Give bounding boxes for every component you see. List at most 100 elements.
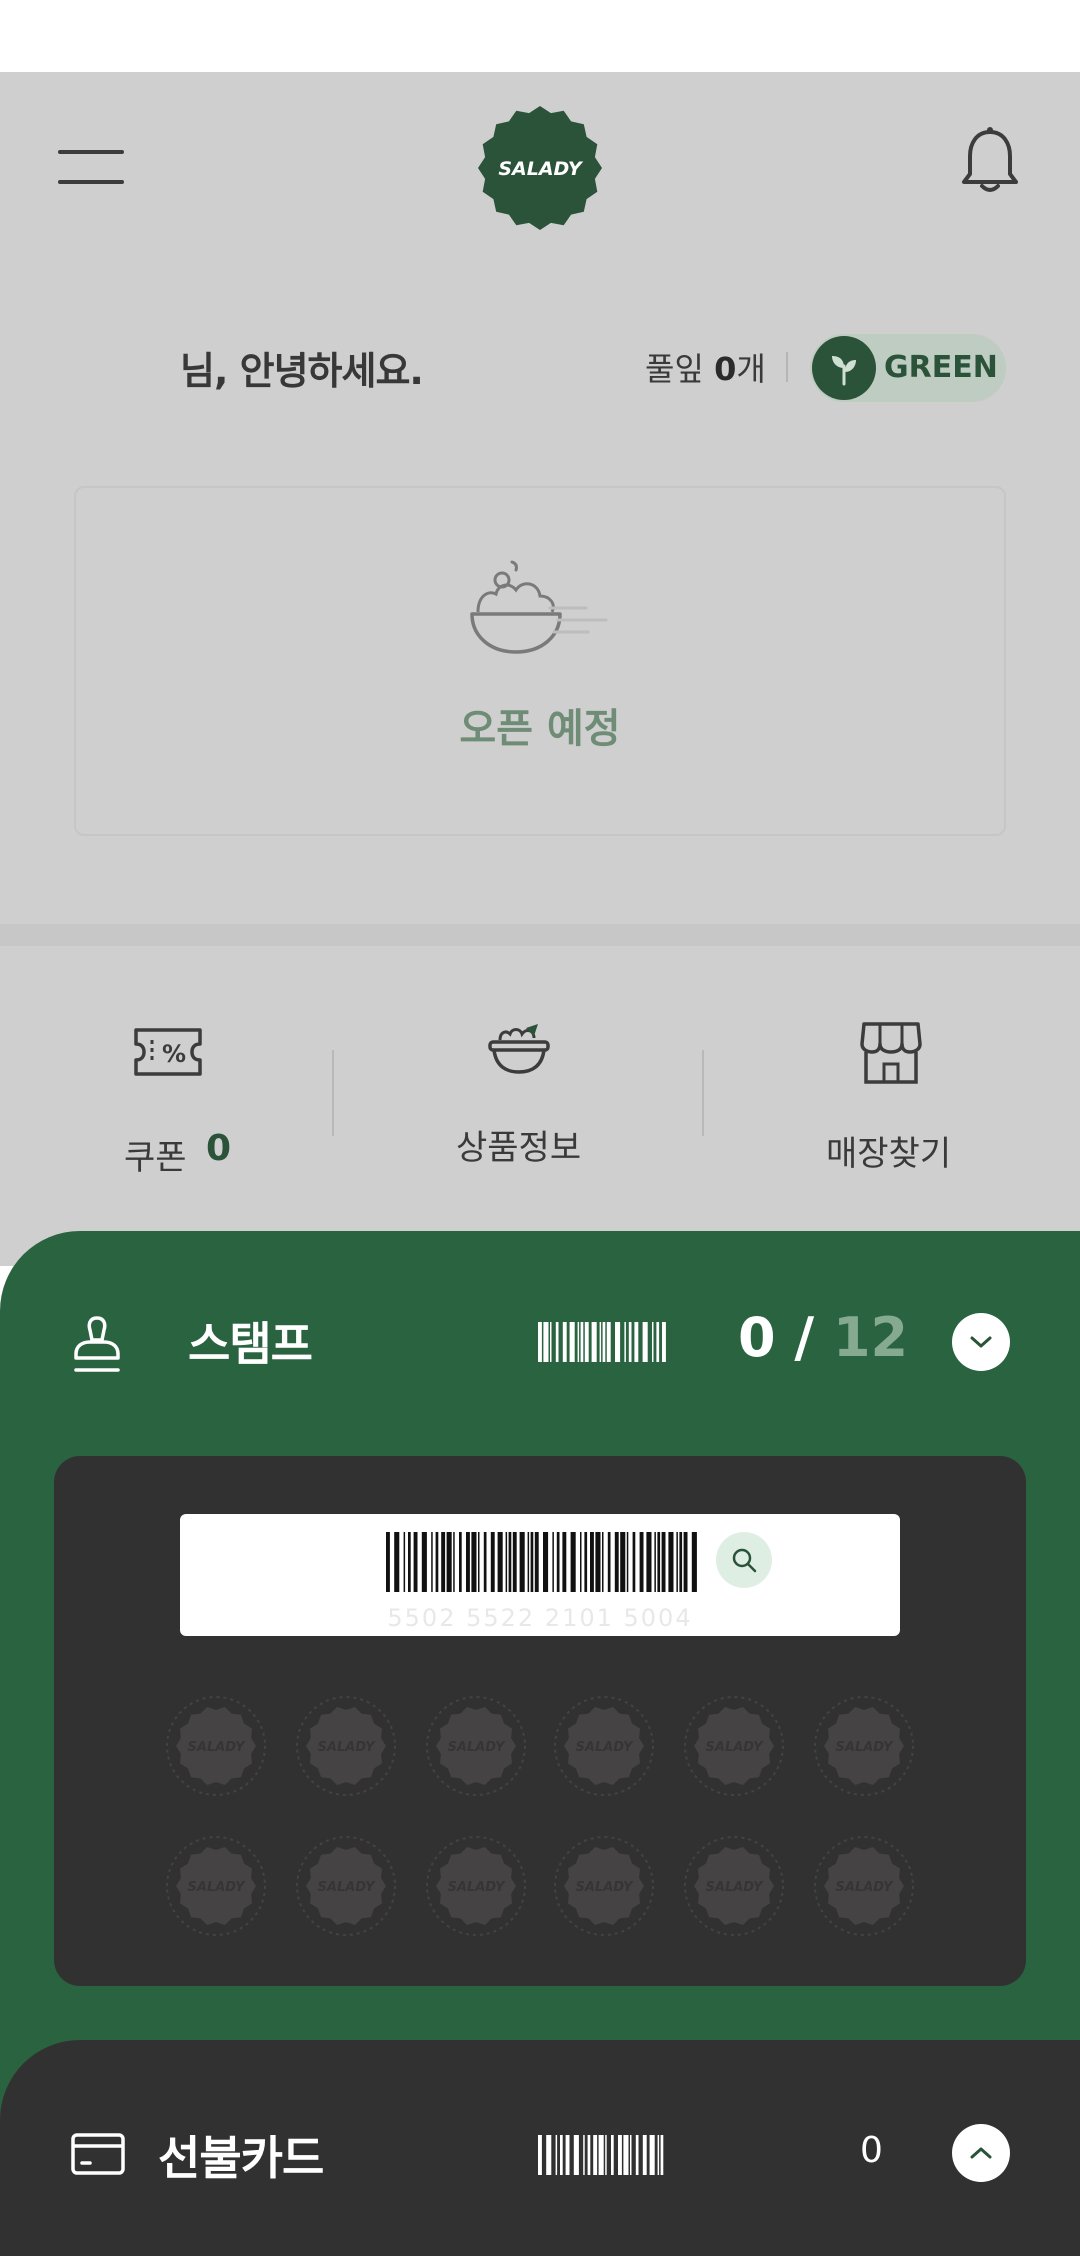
product-info-label[interactable]: 상품정보 [456, 1120, 581, 1169]
barcode-bar [660, 2135, 664, 2175]
stamp-slot: SALADY [426, 1696, 526, 1796]
barcode-bar [635, 2135, 639, 2175]
collapse-button[interactable] [952, 1313, 1010, 1371]
barcode-number: 5502 5522 2101 5004 [387, 1604, 693, 1632]
barcode-bar [497, 1532, 503, 1592]
expand-button[interactable] [952, 2124, 1010, 2182]
stamp-slot: SALADY [684, 1836, 784, 1936]
chevron-up-icon [970, 2147, 992, 2159]
store-icon[interactable] [858, 1020, 924, 1086]
prepaid-balance: 0 [860, 2130, 883, 2171]
store-finder-label[interactable]: 매장찾기 [826, 1126, 951, 1175]
greeting-text: 님, 안녕하세요. [180, 349, 424, 393]
barcode-bar [538, 1322, 542, 1362]
stamp-slot: SALADY [166, 1696, 266, 1796]
salad-bowl-icon[interactable] [486, 1022, 552, 1078]
barcode-bar [634, 1322, 639, 1362]
hamburger-menu-icon[interactable] [58, 150, 124, 186]
barcode-bar [543, 1532, 549, 1592]
barcode-bar [546, 2135, 552, 2175]
barcode-bar [599, 1322, 602, 1362]
stamp-slot: SALADY [166, 1836, 266, 1936]
stamp-slot-label: SALADY [576, 1740, 635, 1755]
barcode-bar [435, 1532, 439, 1592]
leaf-unit: 개 [736, 350, 766, 388]
barcode-bar [623, 2135, 629, 2175]
barcode-bar [550, 1322, 552, 1362]
barcode-bar [431, 1532, 433, 1592]
barcode-bar [605, 2135, 607, 2175]
barcode-icon[interactable] [538, 2135, 666, 2175]
barcode-bar [642, 2135, 647, 2175]
barcode-bar [583, 2135, 585, 2175]
barcode-bar [630, 2135, 632, 2175]
barcode-bar [421, 1532, 427, 1592]
salad-bowl-icon [470, 560, 608, 654]
grade-badge[interactable]: GREEN [810, 334, 1006, 402]
stamp-slot: SALADY [296, 1696, 396, 1796]
barcode-bar [584, 1532, 588, 1592]
barcode-bar [543, 1322, 549, 1362]
divider [702, 1050, 704, 1136]
barcode-bar [556, 1532, 560, 1592]
barcode-bar [466, 1532, 470, 1592]
stamp-icon [74, 1316, 120, 1372]
barcode[interactable] [386, 1532, 698, 1592]
barcode-bar [584, 1322, 589, 1362]
section-divider [0, 924, 1080, 946]
stamp-slot: SALADY [426, 1836, 526, 1936]
stamp-slot: SALADY [814, 1836, 914, 1936]
stamp-slot-label: SALADY [448, 1880, 507, 1895]
barcode-bar [453, 1532, 455, 1592]
barcode-icon[interactable] [538, 1322, 666, 1362]
barcode-bar [577, 1322, 580, 1362]
divider [786, 352, 788, 382]
leaf-count[interactable]: 풀잎 0개 [645, 344, 766, 390]
svg-text:%: % [162, 1040, 186, 1068]
barcode-bar [668, 1532, 674, 1592]
barcode-bar [478, 1532, 480, 1592]
barcode-bar [569, 1322, 575, 1362]
stamp-slot-label: SALADY [188, 1880, 247, 1895]
bell-icon[interactable] [960, 126, 1020, 196]
card-icon [71, 2133, 125, 2175]
barcode-bar [657, 1532, 661, 1592]
barcode-bar [530, 1532, 534, 1592]
barcode-bar [565, 2135, 570, 2175]
barcode-bar [508, 1532, 512, 1592]
barcode-bar [607, 1532, 611, 1592]
barcode-bar [587, 2135, 591, 2175]
status-bar [0, 0, 1080, 72]
coupon-label[interactable]: 쿠폰 [124, 1130, 187, 1179]
barcode-bar [562, 1322, 567, 1362]
barcode-bar [570, 1532, 576, 1592]
coupon-count: 0 [206, 1128, 232, 1169]
barcode-bar [679, 1532, 683, 1592]
barcode-bar [386, 1532, 390, 1592]
zoom-barcode-button[interactable] [716, 1532, 772, 1588]
stamp-title[interactable]: 스탬프 [188, 1308, 313, 1374]
barcode-bar [628, 1322, 632, 1362]
barcode-bar [691, 1532, 697, 1592]
barcode-bar [413, 1532, 418, 1592]
stamp-total: 12 [832, 1306, 909, 1369]
barcode-bar [602, 1322, 606, 1362]
stamp-slot: SALADY [554, 1836, 654, 1936]
barcode-bar [661, 1532, 666, 1592]
barcode-bar [676, 1532, 678, 1592]
barcode-bar [593, 2135, 598, 2175]
barcode-bar [490, 1532, 495, 1592]
barcode-bar [656, 1322, 660, 1362]
barcode-bar [580, 1322, 584, 1362]
barcode-bar [652, 1322, 654, 1362]
barcode-bar [624, 1322, 626, 1362]
barcode-bar [632, 1532, 636, 1592]
prepaid-title[interactable]: 선불카드 [158, 2122, 324, 2188]
barcode-bar [662, 1322, 666, 1362]
stamp-slot-label: SALADY [318, 1880, 377, 1895]
barcode-bar [590, 1532, 594, 1592]
leaf-count-value: 0 [714, 350, 737, 388]
stamp-slot-label: SALADY [188, 1740, 247, 1755]
coupon-icon[interactable]: % [130, 1024, 206, 1080]
barcode-bar [552, 1532, 554, 1592]
